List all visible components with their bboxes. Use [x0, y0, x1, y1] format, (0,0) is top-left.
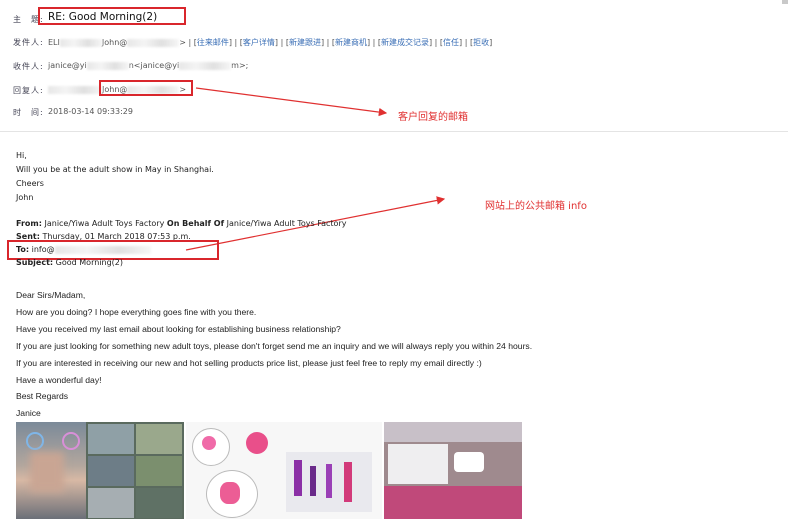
message-signature: Janice [16, 408, 41, 418]
message-paragraph-1: How are you doing? I hope everything goe… [16, 307, 257, 317]
message-paragraph-4: If you are interested in receiving our n… [16, 358, 482, 368]
photo-products [186, 422, 382, 519]
annotation-reply-mailbox: 客户回复的邮箱 [398, 112, 468, 123]
ring-icon [26, 432, 44, 450]
product-purple [294, 460, 302, 496]
collage-cell [88, 488, 134, 518]
quoted-from-label: From: [16, 219, 42, 228]
message-greeting: Dear Sirs/Madam, [16, 290, 86, 300]
photo-person [16, 422, 86, 519]
blurred-face [30, 452, 64, 492]
booth-sign [388, 444, 448, 484]
photo-factory-collage [86, 422, 184, 519]
product-purple [310, 466, 316, 496]
reply-line-3: Cheers [16, 179, 44, 188]
reply-line-4: John [16, 193, 34, 202]
booth-counter [384, 486, 522, 519]
message-paragraph-3: If you are just looking for something ne… [16, 341, 533, 351]
collage-cell [136, 456, 182, 486]
booth-logo [454, 452, 484, 472]
quoted-from-value-b: Janice/Yiwa Adult Toys Factory [224, 219, 347, 228]
reply-line-1: Hi, [16, 151, 27, 160]
product-pink [202, 436, 216, 450]
message-closing: Best Regards [16, 391, 69, 401]
booth-ceiling [384, 422, 522, 442]
collage-cell [88, 424, 134, 454]
photo-exhibition-booth [384, 422, 522, 519]
public-mailbox-highlight-box [7, 240, 219, 260]
product-pink [344, 462, 352, 502]
message-paragraph-2: Have you received my last email about lo… [16, 324, 341, 334]
annotation-public-mailbox: 网站上的公共邮箱 info [485, 201, 587, 212]
collage-cell [88, 456, 134, 486]
collage-cell [136, 488, 182, 518]
product-pink [220, 482, 240, 504]
quoted-subject: Subject: Good Morning(2) [16, 258, 123, 267]
product-purple [326, 464, 332, 498]
quoted-onbehalf: On Behalf Of [166, 219, 225, 228]
reply-line-2: Will you be at the adult show in May in … [16, 165, 214, 174]
quoted-from: From: Janice/Yiwa Adult Toys Factory On … [16, 219, 346, 228]
arrow-reply [195, 87, 388, 117]
ring-icon [62, 432, 80, 450]
collage-cell [136, 424, 182, 454]
quoted-from-value-a: Janice/Yiwa Adult Toys Factory [41, 219, 167, 228]
quoted-subject-label: Subject: [16, 258, 54, 267]
product-pink [246, 432, 268, 454]
message-paragraph-5: Have a wonderful day! [16, 375, 102, 385]
quoted-subject-value: Good Morning(2) [53, 258, 123, 267]
